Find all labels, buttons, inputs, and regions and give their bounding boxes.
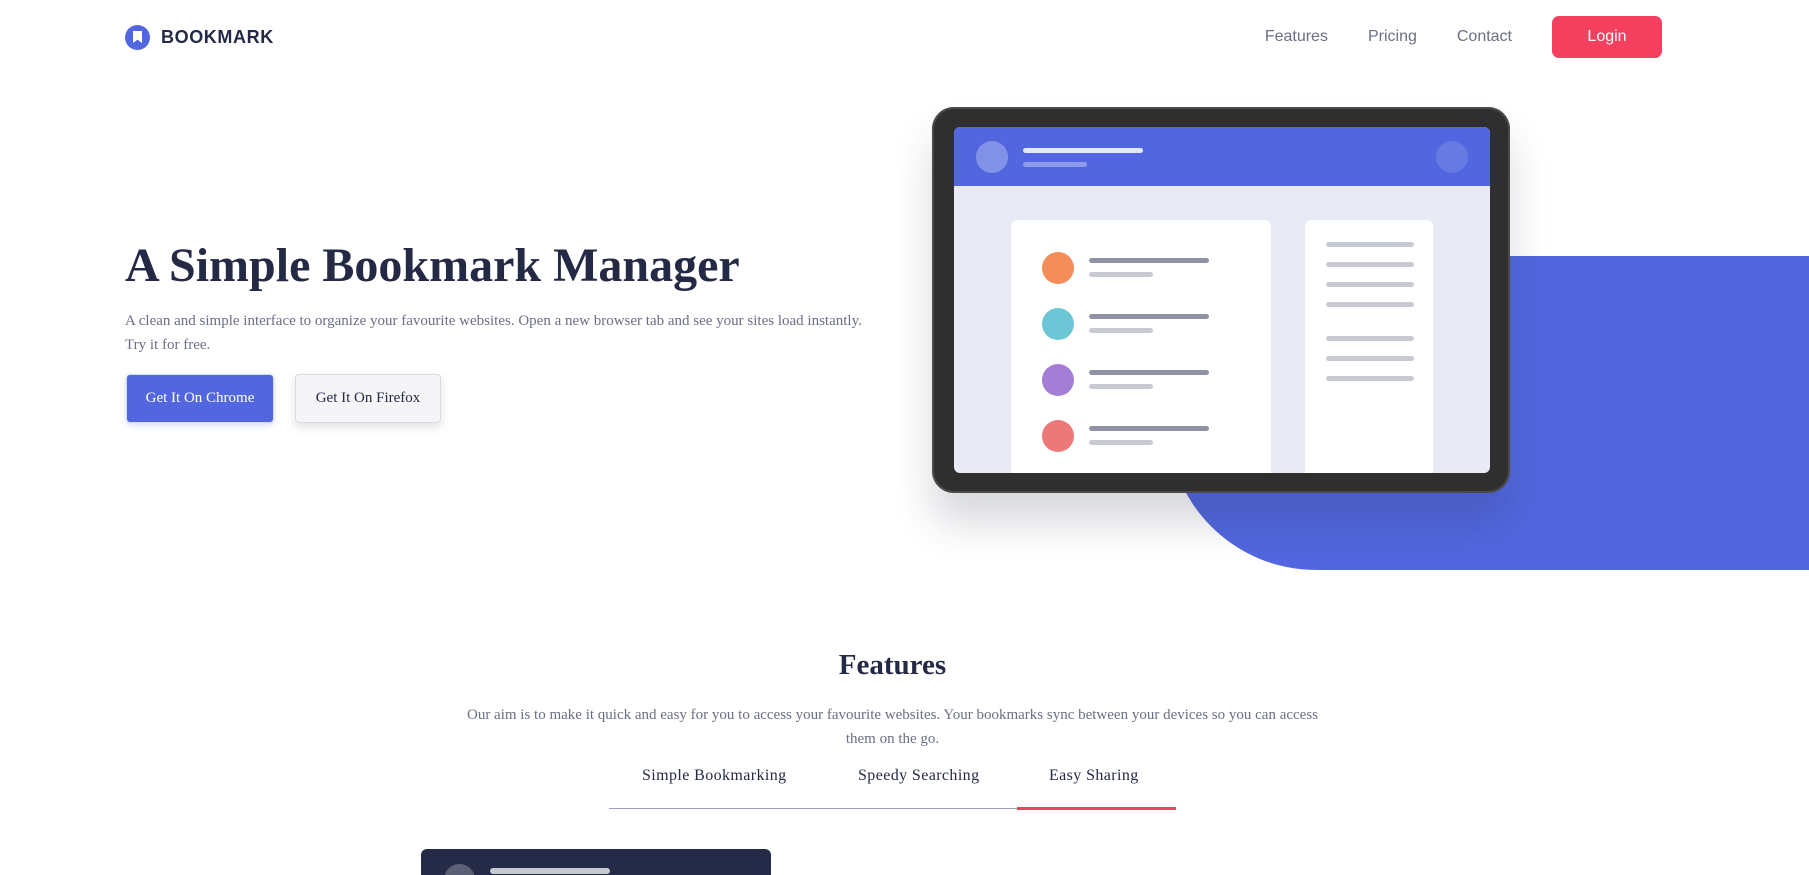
features-title: Features bbox=[838, 649, 947, 681]
active-tab-indicator bbox=[1017, 807, 1176, 810]
main-nav: Features Pricing Contact Login bbox=[1265, 16, 1662, 58]
bookmark-subline bbox=[1089, 440, 1153, 445]
screen-avatar bbox=[976, 141, 1008, 173]
logo[interactable]: BOOKMARK bbox=[125, 25, 274, 50]
features-description: Our aim is to make it quick and easy for… bbox=[466, 707, 1319, 747]
bookmark-line bbox=[1089, 314, 1209, 319]
bookmark-line bbox=[1089, 426, 1209, 431]
nav-link-contact[interactable]: Contact bbox=[1457, 28, 1512, 46]
feature-preview-illustration bbox=[421, 849, 771, 875]
bookmark-line bbox=[1089, 370, 1209, 375]
hero-title: A Simple Bookmark Manager bbox=[125, 239, 740, 292]
nav-link-features[interactable]: Features bbox=[1265, 28, 1328, 46]
side-panel-line bbox=[1326, 242, 1414, 247]
bookmark-icon bbox=[125, 25, 150, 50]
side-panel-line bbox=[1326, 336, 1414, 341]
bookmark-subline bbox=[1089, 272, 1153, 277]
login-button[interactable]: Login bbox=[1552, 16, 1662, 58]
bookmark-dot bbox=[1042, 364, 1074, 396]
screen-header-subline bbox=[1023, 162, 1087, 167]
feature-tabs: Simple Bookmarking Speedy Searching Easy… bbox=[609, 763, 1176, 810]
get-chrome-button[interactable]: Get It On Chrome bbox=[126, 374, 274, 423]
preview-line bbox=[490, 868, 610, 874]
side-panel-line bbox=[1326, 302, 1414, 307]
side-panel-line bbox=[1326, 376, 1414, 381]
bookmark-dot bbox=[1042, 308, 1074, 340]
bookmark-dot bbox=[1042, 420, 1074, 452]
side-panel-card bbox=[1305, 220, 1433, 473]
tablet-screen bbox=[954, 127, 1490, 473]
tab-simple-bookmarking[interactable]: Simple Bookmarking bbox=[642, 767, 787, 785]
get-firefox-button[interactable]: Get It On Firefox bbox=[295, 374, 441, 423]
side-panel-line bbox=[1326, 356, 1414, 361]
bookmark-list-card bbox=[1011, 220, 1271, 473]
bookmark-subline bbox=[1089, 328, 1153, 333]
side-panel-line bbox=[1326, 282, 1414, 287]
screen-header bbox=[954, 127, 1490, 186]
tab-speedy-searching[interactable]: Speedy Searching bbox=[858, 767, 979, 785]
logo-text: BOOKMARK bbox=[161, 27, 274, 47]
bookmark-line bbox=[1089, 258, 1209, 263]
hero-description: A clean and simple interface to organize… bbox=[125, 313, 862, 353]
nav-link-pricing[interactable]: Pricing bbox=[1368, 28, 1417, 46]
screen-header-line bbox=[1023, 148, 1143, 153]
bookmark-subline bbox=[1089, 384, 1153, 389]
bookmark-dot bbox=[1042, 252, 1074, 284]
side-panel-line bbox=[1326, 262, 1414, 267]
screen-header-circle bbox=[1436, 141, 1468, 173]
tab-easy-sharing[interactable]: Easy Sharing bbox=[1049, 767, 1139, 785]
tablet-illustration bbox=[932, 107, 1510, 493]
preview-avatar bbox=[444, 864, 475, 875]
